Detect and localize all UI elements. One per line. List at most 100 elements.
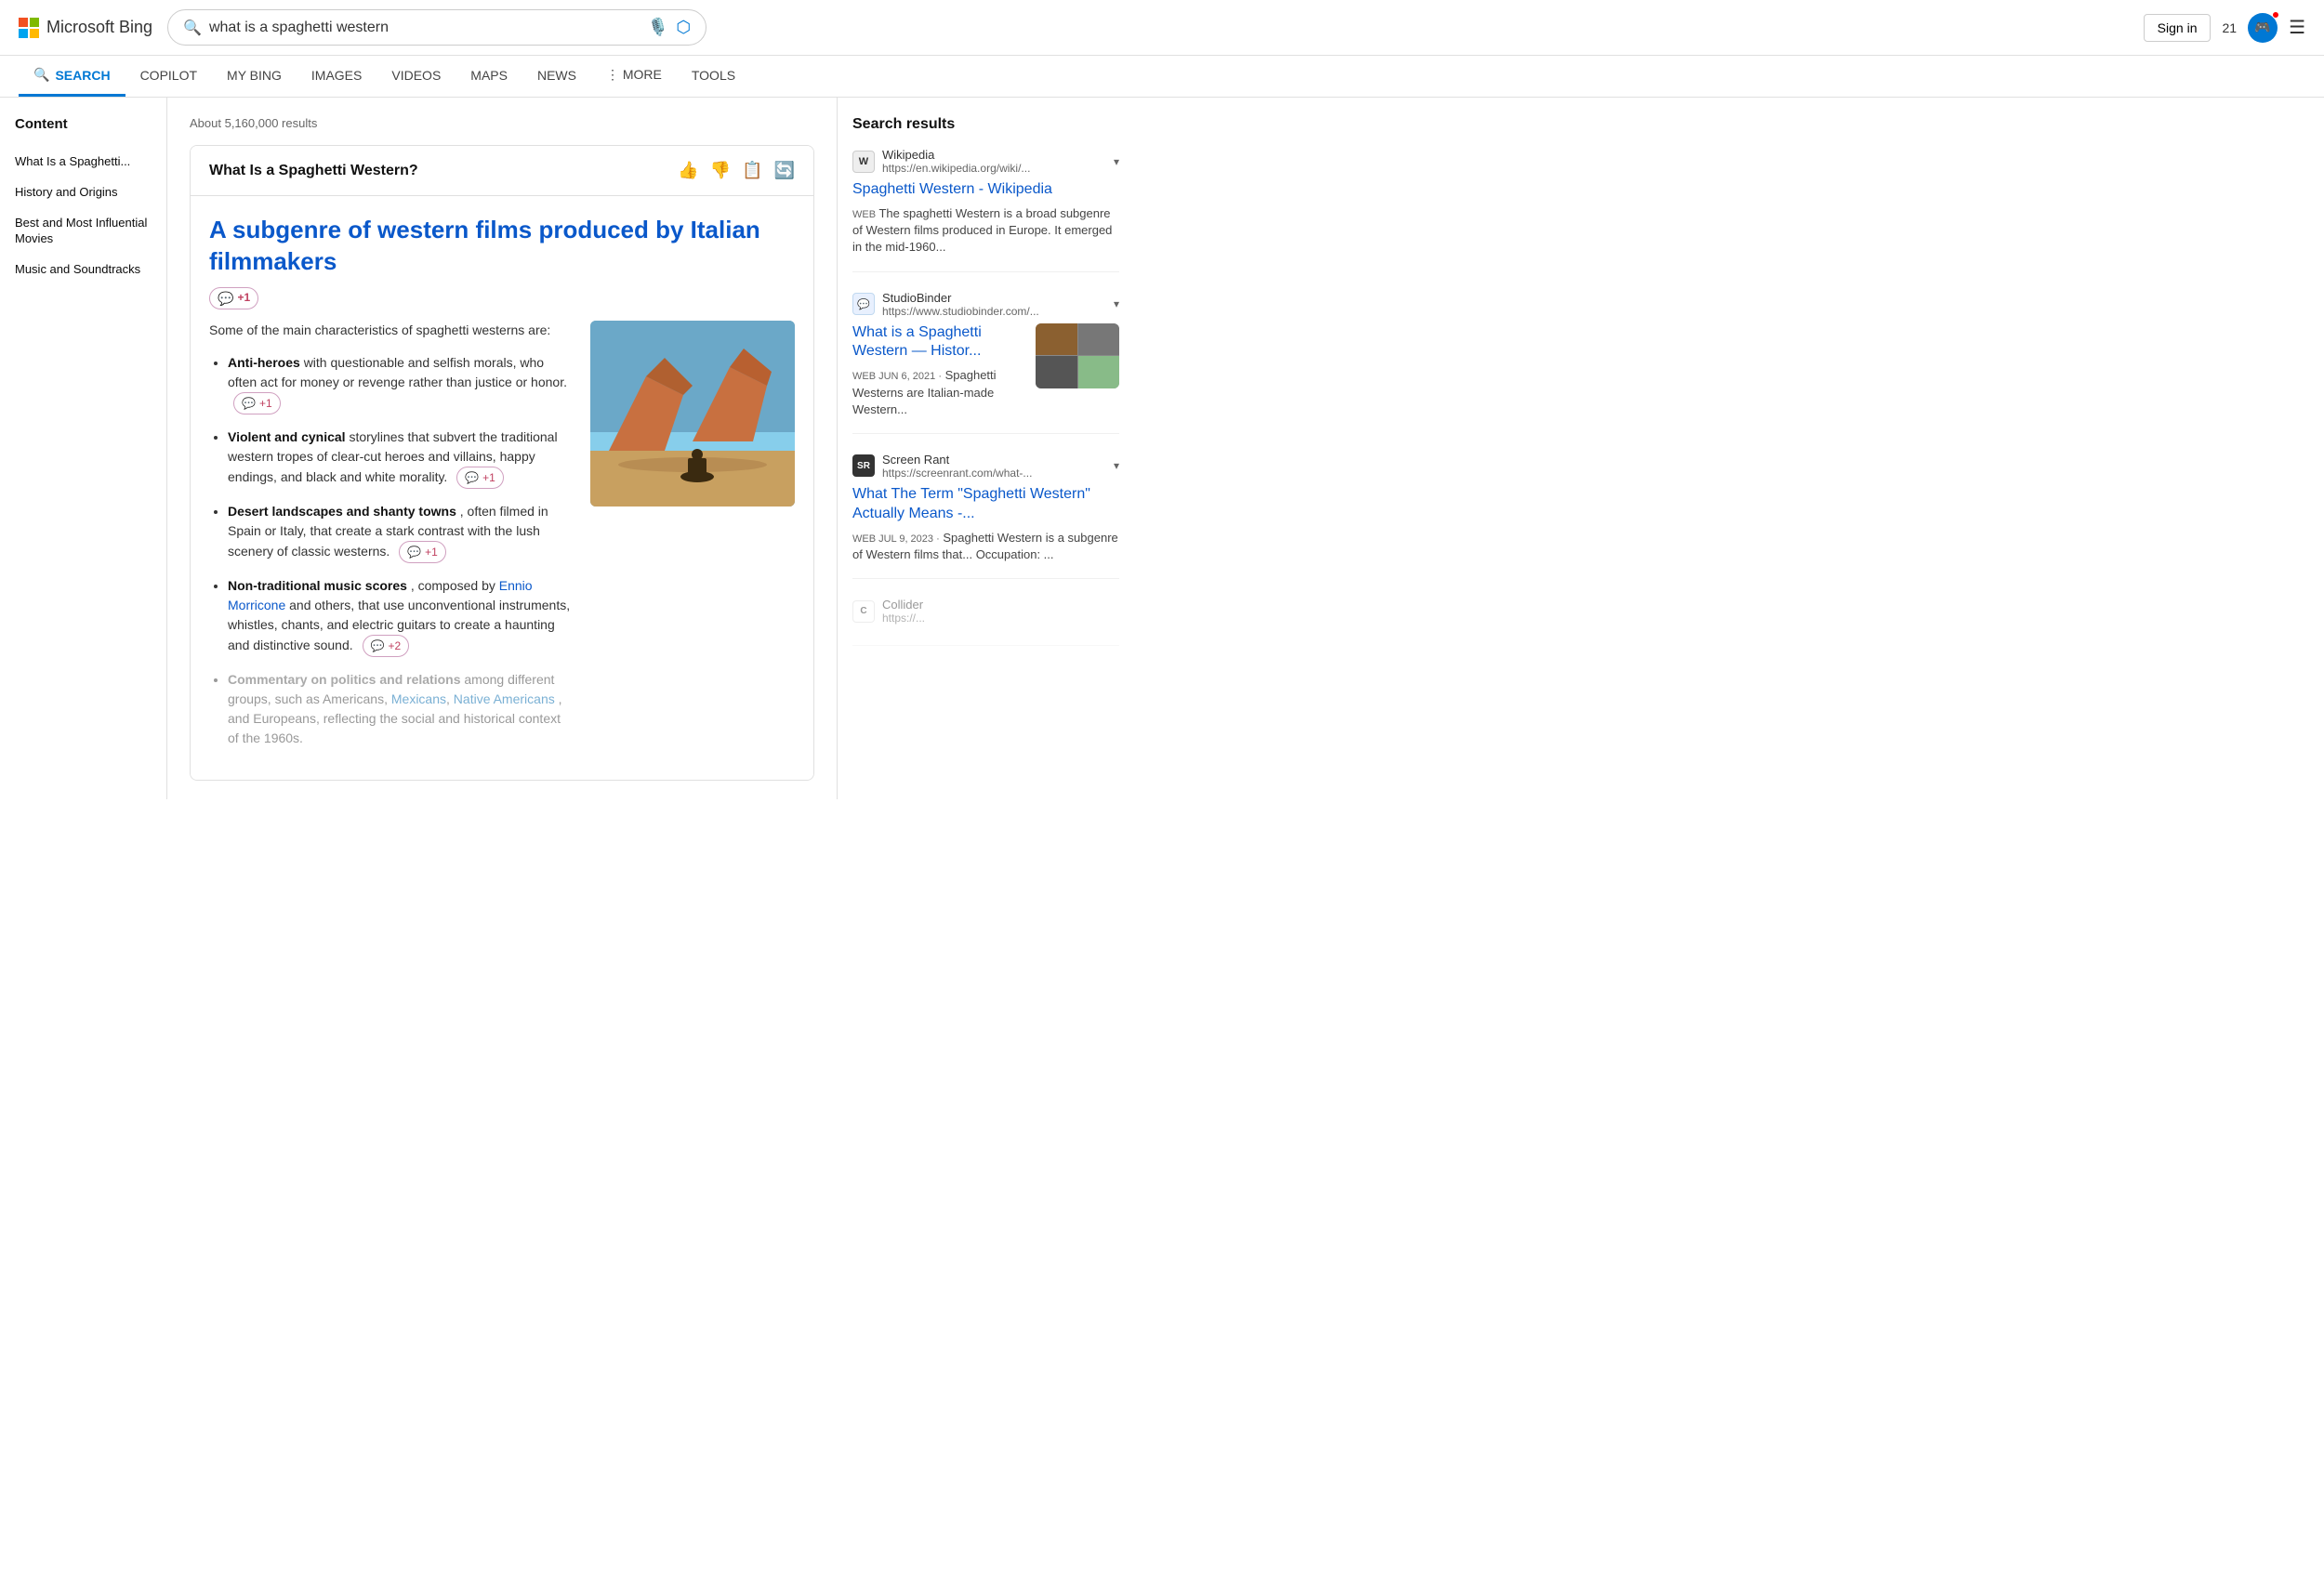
studiobinder-result-with-thumb: What is a Spaghetti Western — Histor... … — [852, 323, 1119, 418]
nav-item-more[interactable]: ⋮ MORE — [591, 56, 677, 97]
collider-favicon: C — [852, 600, 875, 623]
answer-headline: A subgenre of western films produced by … — [209, 215, 795, 309]
search-result-studiobinder: 💬 StudioBinder https://www.studiobinder.… — [852, 291, 1119, 434]
thumbs-up-icon[interactable]: 👍 — [678, 161, 698, 180]
hamburger-menu-icon[interactable]: ☰ — [2289, 16, 2305, 39]
collider-source: C Collider https://... — [852, 598, 1119, 625]
sidebar-title: Content — [15, 116, 152, 132]
answer-body: Some of the main characteristics of spag… — [209, 321, 795, 761]
studiobinder-meta: WEB Jun 6, 2021 · — [852, 371, 942, 382]
intro-text: Some of the main characteristics of spag… — [209, 321, 572, 340]
answer-title: What Is a Spaghetti Western? — [209, 163, 418, 179]
collider-source-url: https://... — [882, 612, 1119, 625]
nav-item-my-bing[interactable]: MY BING — [212, 57, 297, 97]
wikipedia-source-url: https://en.wikipedia.org/wiki/... — [882, 162, 1106, 175]
thumbs-down-icon[interactable]: 👎 — [710, 161, 731, 180]
nav-item-videos[interactable]: VIDEOS — [376, 57, 456, 97]
collider-source-info: Collider https://... — [882, 598, 1119, 625]
thumb-cell-1 — [1036, 323, 1077, 356]
notification-count: 21 — [2222, 20, 2237, 35]
sidebar-item-best-movies[interactable]: Best and Most Influential Movies — [15, 208, 152, 255]
camera-icon[interactable]: ⬡ — [676, 18, 691, 37]
screenrant-source: SR Screen Rant https://screenrant.com/wh… — [852, 453, 1119, 480]
search-result-collider: C Collider https://... — [852, 598, 1119, 646]
studiobinder-source-name: StudioBinder — [882, 291, 1106, 305]
answer-text: Some of the main characteristics of spag… — [209, 321, 572, 761]
refresh-icon[interactable]: 🔄 — [774, 161, 795, 180]
studiobinder-result-title[interactable]: What is a Spaghetti Western — Histor... — [852, 323, 1026, 362]
violent-badge[interactable]: 💬 +1 — [456, 467, 504, 489]
studiobinder-favicon: 💬 — [852, 293, 875, 315]
sidebar-item-what-is[interactable]: What Is a Spaghetti... — [15, 147, 152, 178]
native-americans-link[interactable]: Native Americans — [454, 691, 555, 706]
wikipedia-favicon: W — [852, 151, 875, 173]
mexicans-link[interactable]: Mexicans — [391, 691, 446, 706]
mic-icon[interactable]: 🎙️ — [648, 18, 668, 37]
studiobinder-source: 💬 StudioBinder https://www.studiobinder.… — [852, 291, 1119, 318]
answer-header: What Is a Spaghetti Western? 👍 👎 📋 🔄 — [191, 146, 813, 196]
header: Microsoft Bing 🔍 🎙️ ⬡ Sign in 21 🎮 ☰ — [0, 0, 2324, 56]
bullet-violent: Violent and cynical storylines that subv… — [228, 428, 572, 489]
wikipedia-source-name: Wikipedia — [882, 148, 1106, 162]
wikipedia-source-info: Wikipedia https://en.wikipedia.org/wiki/… — [882, 148, 1106, 175]
search-input[interactable] — [209, 20, 640, 36]
studiobinder-dropdown-arrow[interactable]: ▾ — [1114, 297, 1119, 310]
nav-item-maps[interactable]: MAPS — [456, 57, 522, 97]
header-right: Sign in 21 🎮 ☰ — [2144, 13, 2305, 43]
studiobinder-source-info: StudioBinder https://www.studiobinder.co… — [882, 291, 1106, 318]
wikipedia-meta: WEB — [852, 209, 876, 220]
wikipedia-result-title[interactable]: Spaghetti Western - Wikipedia — [852, 180, 1119, 200]
logo: Microsoft Bing — [19, 18, 152, 38]
nav-item-news[interactable]: NEWS — [522, 57, 591, 97]
bullet-desert: Desert landscapes and shanty towns , oft… — [228, 502, 572, 563]
nav-bar: 🔍 SEARCH COPILOT MY BING IMAGES VIDEOS M… — [0, 56, 2324, 98]
anti-heroes-badge[interactable]: 💬 +1 — [233, 392, 281, 414]
bullet-anti-heroes: Anti-heroes with questionable and selfis… — [228, 353, 572, 414]
nav-item-copilot[interactable]: COPILOT — [125, 57, 212, 97]
bullet-commentary: Commentary on politics and relations amo… — [228, 670, 572, 748]
collider-source-name: Collider — [882, 598, 1119, 612]
answer-content: A subgenre of western films produced by … — [191, 196, 813, 780]
results-count: About 5,160,000 results — [190, 116, 814, 130]
nav-item-tools[interactable]: TOOLS — [677, 57, 750, 97]
copy-icon[interactable]: 📋 — [742, 161, 762, 180]
sign-in-button[interactable]: Sign in — [2144, 14, 2212, 42]
sidebar-item-music[interactable]: Music and Soundtracks — [15, 255, 152, 285]
answer-image — [590, 321, 795, 507]
screenrant-source-name: Screen Rant — [882, 453, 1106, 467]
screenrant-favicon: SR — [852, 454, 875, 477]
logo-text: Microsoft Bing — [46, 18, 152, 37]
thumb-cell-3 — [1036, 356, 1077, 388]
answer-box: What Is a Spaghetti Western? 👍 👎 📋 🔄 A s… — [190, 145, 814, 781]
screenrant-source-info: Screen Rant https://screenrant.com/what-… — [882, 453, 1106, 480]
logo-icon — [19, 18, 39, 38]
sidebar-item-history[interactable]: History and Origins — [15, 178, 152, 208]
screenrant-result-title[interactable]: What The Term "Spaghetti Western" Actual… — [852, 485, 1119, 524]
search-bar: 🔍 🎙️ ⬡ — [167, 9, 706, 46]
right-panel-title: Search results — [852, 116, 1119, 133]
screenrant-source-url: https://screenrant.com/what-... — [882, 467, 1106, 480]
search-result-wikipedia: W Wikipedia https://en.wikipedia.org/wik… — [852, 148, 1119, 272]
studiobinder-snippet: WEB Jun 6, 2021 · Spaghetti Westerns are… — [852, 367, 1026, 418]
studiobinder-result-text: What is a Spaghetti Western — Histor... … — [852, 323, 1026, 418]
thumb-cell-2 — [1078, 323, 1120, 356]
nav-item-search[interactable]: 🔍 SEARCH — [19, 56, 125, 97]
headline-feedback-badge[interactable]: 💬 +1 — [209, 287, 258, 309]
avatar[interactable]: 🎮 — [2248, 13, 2278, 43]
nav-item-images[interactable]: IMAGES — [297, 57, 376, 97]
studiobinder-source-url: https://www.studiobinder.com/... — [882, 305, 1106, 318]
wikipedia-source: W Wikipedia https://en.wikipedia.org/wik… — [852, 148, 1119, 175]
bullet-list: Anti-heroes with questionable and selfis… — [209, 353, 572, 748]
notification-dot — [2272, 11, 2279, 19]
main-layout: Content What Is a Spaghetti... History a… — [0, 98, 2324, 799]
desert-badge[interactable]: 💬 +1 — [399, 541, 446, 563]
screenrant-snippet: WEB Jul 9, 2023 · Spaghetti Western is a… — [852, 530, 1119, 564]
right-panel: Search results W Wikipedia https://en.wi… — [837, 98, 1134, 799]
sidebar: Content What Is a Spaghetti... History a… — [0, 98, 167, 799]
studiobinder-thumbnail — [1036, 323, 1119, 388]
music-badge[interactable]: 💬 +2 — [363, 635, 410, 657]
bubble-icon: 💬 — [218, 290, 233, 307]
wikipedia-dropdown-arrow[interactable]: ▾ — [1114, 155, 1119, 168]
search-nav-icon: 🔍 — [33, 67, 49, 83]
screenrant-dropdown-arrow[interactable]: ▾ — [1114, 459, 1119, 472]
